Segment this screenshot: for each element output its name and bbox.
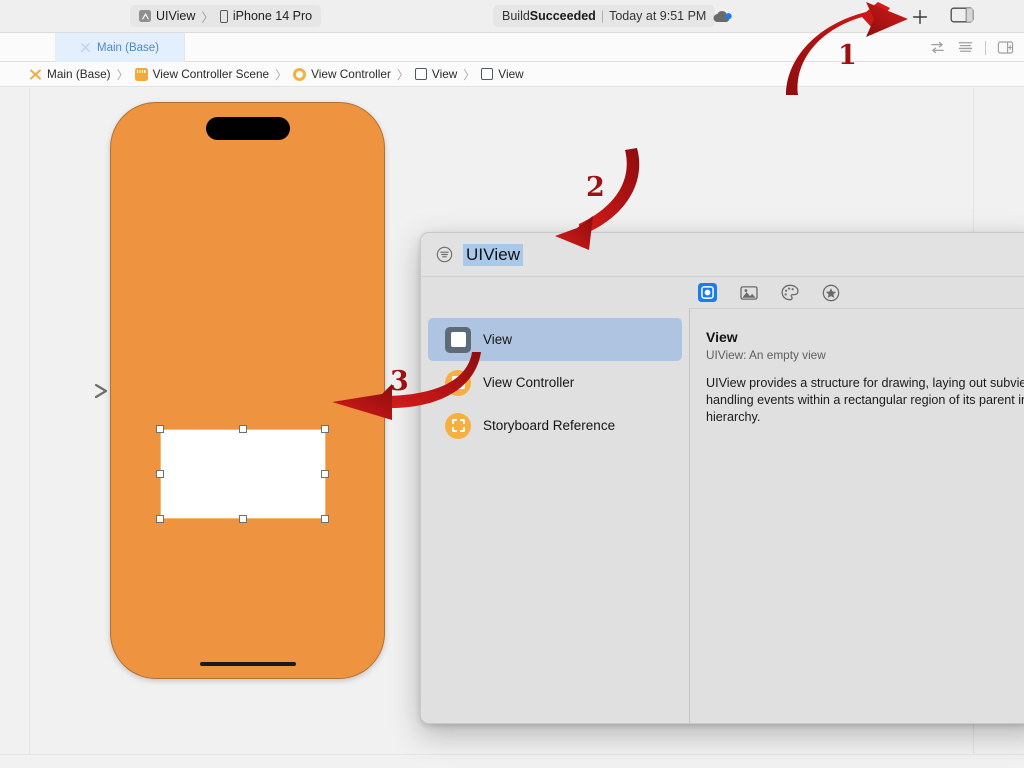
library-item-label: Storyboard Reference: [483, 418, 616, 433]
breadcrumb-item-view-child[interactable]: View: [481, 67, 524, 81]
device-name: iPhone 14 Pro: [232, 9, 313, 23]
breadcrumb-label: View: [431, 67, 458, 81]
scheme-selector[interactable]: UIView 〉 iPhone 14 Pro: [130, 5, 322, 27]
annotation-number-1: 1: [838, 40, 857, 71]
view-square-icon: [414, 68, 427, 80]
library-item-view[interactable]: View: [428, 318, 682, 361]
resize-handle-bottom-center[interactable]: [238, 515, 247, 523]
detail-title: View: [706, 329, 738, 345]
status-time: Today at 9:51 PM: [609, 9, 707, 23]
library-item-list[interactable]: View View Controller Storyboard Referenc…: [421, 309, 689, 723]
library-item-label: View: [483, 332, 513, 347]
inspector-panel-icon[interactable]: [997, 39, 1014, 56]
lib-view-icon: [445, 326, 471, 353]
scheme-separator: 〉: [201, 10, 214, 25]
editor-options: [929, 33, 1014, 62]
breadcrumb-separator: 〉: [275, 67, 288, 82]
activity-status-bar[interactable]: Build Succeeded | Today at 9:51 PM: [493, 5, 716, 27]
toggle-inspector-icon[interactable]: [950, 6, 976, 26]
add-button[interactable]: [908, 5, 932, 29]
main-toolbar: UIView 〉 iPhone 14 Pro Build Succeeded |…: [0, 0, 1024, 33]
annotation-number-3: 3: [390, 366, 409, 397]
library-category-tabs: [689, 277, 1024, 309]
resize-handle-top-left[interactable]: [156, 425, 164, 433]
selected-view[interactable]: [160, 429, 326, 519]
resize-handle-bottom-left[interactable]: [156, 515, 164, 523]
status-result: Succeeded: [529, 9, 596, 23]
cloud-status-icon[interactable]: [711, 8, 737, 26]
library-detail-pane: View UIView: An empty view UIView provid…: [690, 309, 1024, 723]
iphone-14-pro-scene[interactable]: [110, 102, 385, 679]
breadcrumb-item-view-parent[interactable]: View: [414, 67, 458, 81]
dynamic-island: [205, 117, 290, 140]
object-library-popover[interactable]: UIView View View Controller Storyboard R…: [420, 232, 1024, 724]
annotation-number-2: 2: [586, 172, 605, 203]
resize-handle-middle-left[interactable]: [156, 470, 164, 478]
view-controller-icon: [293, 67, 307, 81]
color-palette-icon[interactable]: [780, 283, 799, 302]
media-library-icon[interactable]: [739, 283, 758, 302]
adjust-editor-icon[interactable]: [929, 39, 946, 56]
breadcrumb-label: View Controller: [311, 67, 391, 81]
home-indicator: [199, 662, 296, 666]
xcode-app-icon: [139, 10, 151, 22]
library-search-field[interactable]: UIView: [463, 243, 524, 266]
storyboard-x-icon: [80, 42, 91, 53]
breadcrumb-item-view-controller[interactable]: View Controller: [293, 67, 391, 81]
breadcrumb-label: View: [498, 67, 524, 81]
resize-handle-top-right[interactable]: [321, 425, 329, 433]
favorites-star-icon[interactable]: [821, 283, 840, 302]
detail-subtitle: UIView: An empty view: [706, 348, 826, 362]
objects-library-icon[interactable]: [698, 283, 717, 302]
library-item-label: View Controller: [483, 375, 575, 390]
iphone-icon: [219, 9, 228, 23]
toolbar-divider: [985, 40, 986, 55]
canvas-bottom-bar: [0, 754, 1024, 768]
outline-lines-icon[interactable]: [957, 39, 974, 56]
view-square-icon: [481, 68, 494, 80]
tab-label: Main (Base): [97, 41, 159, 54]
status-prefix: Build: [502, 9, 530, 23]
resize-handle-top-center[interactable]: [238, 425, 247, 433]
detail-description: UIView provides a structure for drawing,…: [706, 376, 1024, 424]
breadcrumb: Main (Base) 〉 View Controller Scene 〉 Vi…: [0, 62, 1024, 87]
library-item-view-controller[interactable]: View Controller: [428, 361, 682, 404]
breadcrumb-separator: 〉: [463, 67, 476, 82]
lib-storyboard-reference-icon: [445, 412, 471, 439]
library-item-storyboard-reference[interactable]: Storyboard Reference: [428, 404, 682, 447]
lib-view-controller-icon: [445, 369, 471, 396]
canvas-gutter: [0, 88, 30, 768]
scheme-name: UIView: [156, 9, 196, 23]
resize-handle-bottom-right[interactable]: [321, 515, 329, 523]
status-divider: |: [600, 9, 605, 23]
breadcrumb-label: Main (Base): [47, 67, 111, 81]
canvas-left-border: [29, 88, 30, 768]
scene-icon: [134, 67, 148, 81]
editor-tab-bar: Main (Base): [0, 33, 1024, 62]
resize-handle-middle-right[interactable]: [321, 470, 329, 478]
filter-icon[interactable]: [436, 246, 453, 263]
breadcrumb-item-view-controller-scene[interactable]: View Controller Scene: [134, 67, 270, 81]
xcode-window: UIView 〉 iPhone 14 Pro Build Succeeded |…: [0, 0, 1024, 768]
storyboard-x-icon: [29, 68, 42, 81]
breadcrumb-separator: 〉: [116, 67, 129, 82]
library-header: UIView: [421, 233, 1024, 277]
breadcrumb-separator: 〉: [396, 67, 409, 82]
library-body: View View Controller Storyboard Referenc…: [421, 309, 1024, 723]
breadcrumb-item-main-base[interactable]: Main (Base): [29, 67, 111, 81]
tab-main-base[interactable]: Main (Base): [55, 33, 185, 62]
breadcrumb-label: View Controller Scene: [152, 67, 270, 81]
storyboard-entry-point-arrow: [44, 383, 114, 399]
